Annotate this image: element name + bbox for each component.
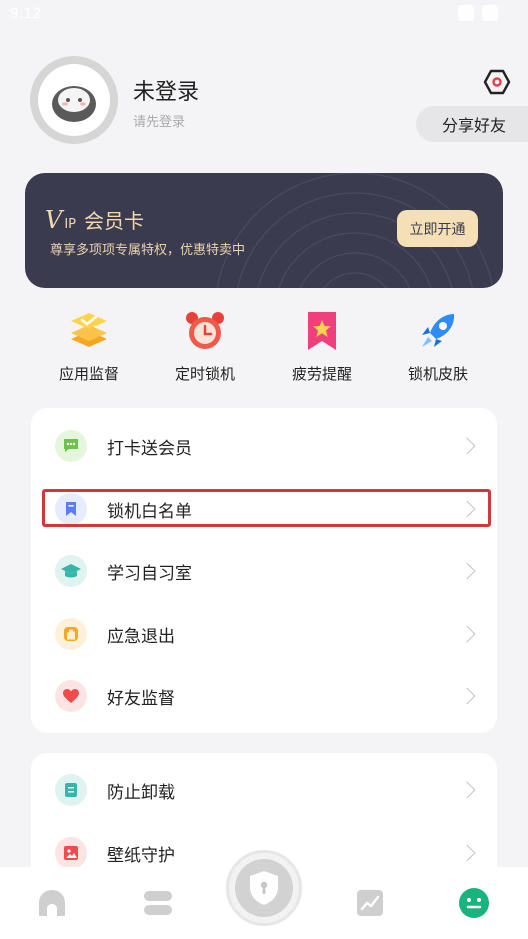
nav-stats[interactable] — [354, 887, 386, 919]
document-icon — [55, 774, 87, 806]
settings-button[interactable] — [481, 66, 513, 98]
chevron-right-icon — [458, 562, 476, 580]
quick-action-app-monitor[interactable]: 应用监督 — [39, 308, 139, 384]
status-time: 9:12 — [10, 6, 42, 22]
menu-item-label: 壁纸守护 — [107, 845, 175, 866]
shield-lock-icon — [235, 859, 293, 917]
alarm-clock-icon — [182, 308, 228, 354]
quick-action-label: 应用监督 — [58, 365, 119, 383]
wifi-icon — [458, 5, 474, 21]
nav-lock-button[interactable] — [226, 850, 302, 926]
vip-title-text: 会员卡 — [84, 209, 145, 233]
image-icon — [55, 837, 87, 869]
hexagon-settings-icon — [483, 69, 511, 95]
stack-list-icon — [144, 891, 172, 915]
menu-item-label: 学习自习室 — [107, 563, 192, 584]
menu-item-study-room[interactable]: 学习自习室 — [31, 540, 497, 602]
chat-icon — [55, 430, 87, 462]
nav-home[interactable] — [36, 887, 68, 919]
vip-ip-letters: IP — [64, 217, 77, 232]
vip-title: V IP 会员卡 — [45, 205, 144, 234]
nav-profile[interactable] — [458, 887, 490, 919]
highlight-box — [42, 489, 491, 527]
vip-open-button[interactable]: 立即开通 — [397, 210, 478, 247]
menu-item-label: 打卡送会员 — [107, 438, 192, 459]
quick-action-lock-skin[interactable]: 锁机皮肤 — [388, 308, 488, 384]
vip-card[interactable]: V IP 会员卡 尊享多项项专属特权，优惠特卖中 立即开通 — [25, 173, 503, 288]
menu-item-emergency-exit[interactable]: 应急退出 — [31, 603, 497, 665]
chevron-right-icon — [458, 844, 476, 862]
vip-description: 尊享多项项专属特权，优惠特卖中 — [50, 243, 246, 258]
quick-action-label: 疲劳提醒 — [291, 365, 352, 383]
chevron-right-icon — [458, 437, 476, 455]
status-bar: 9:12 — [0, 0, 528, 30]
graduation-cap-icon — [55, 555, 87, 587]
layers-icon — [66, 308, 112, 354]
avatar-mascot-icon — [38, 64, 110, 136]
vip-v-letter: V — [45, 206, 63, 234]
chevron-right-icon — [458, 687, 476, 705]
chart-trend-icon — [357, 890, 383, 916]
status-icons — [458, 5, 498, 21]
avatar[interactable] — [30, 56, 118, 144]
hand-icon — [55, 618, 87, 650]
quick-action-label: 定时锁机 — [174, 365, 235, 383]
chevron-right-icon — [458, 781, 476, 799]
menu-item-label: 好友监督 — [107, 688, 175, 709]
ghost-home-icon — [39, 890, 65, 916]
user-name[interactable]: 未登录 — [133, 74, 199, 106]
chevron-right-icon — [458, 625, 476, 643]
menu-item-prevent-uninstall[interactable]: 防止卸载 — [31, 759, 497, 821]
quick-action-timed-lock[interactable]: 定时锁机 — [155, 308, 255, 384]
quick-action-label: 锁机皮肤 — [407, 365, 468, 383]
menu-item-checkin-membership[interactable]: 打卡送会员 — [31, 415, 497, 477]
battery-icon — [482, 5, 498, 21]
rocket-icon — [415, 308, 461, 354]
quick-action-fatigue-reminder[interactable]: 疲劳提醒 — [272, 308, 372, 384]
login-prompt[interactable]: 请先登录 — [133, 111, 185, 130]
menu-item-label: 防止卸载 — [107, 782, 175, 803]
share-friends-button[interactable]: 分享好友 — [416, 106, 528, 142]
heart-icon — [55, 680, 87, 712]
menu-item-friend-supervision[interactable]: 好友监督 — [31, 665, 497, 727]
smiley-profile-icon — [459, 888, 489, 918]
menu-item-label: 应急退出 — [107, 626, 175, 647]
menu-card-1: 打卡送会员 锁机白名单 学习自习室 应急退出 好友监督 — [31, 408, 497, 733]
nav-list[interactable] — [142, 887, 174, 919]
bookmark-star-icon — [299, 308, 345, 354]
